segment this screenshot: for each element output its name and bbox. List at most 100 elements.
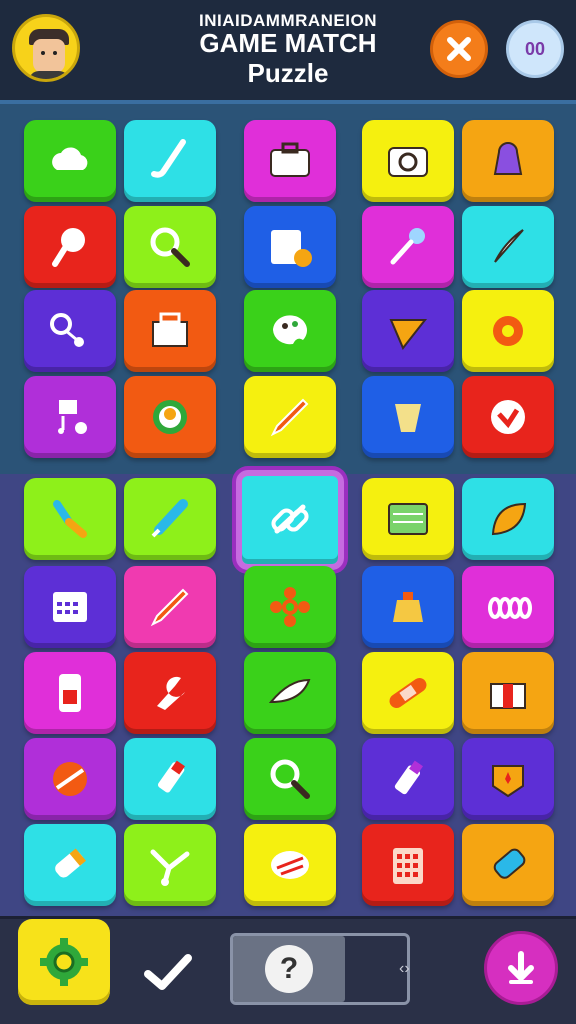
player-avatar[interactable] [12, 14, 80, 82]
hockey-stick-icon [151, 139, 186, 178]
tile-palette[interactable] [244, 290, 336, 372]
brush-icon [53, 500, 87, 538]
tile-calculator[interactable] [362, 824, 454, 906]
tile-basket[interactable] [124, 290, 216, 372]
pause-label: 00 [524, 38, 546, 59]
music-note-icon [58, 400, 87, 434]
branch-icon [150, 849, 190, 886]
tile-cone[interactable] [362, 290, 454, 372]
title-main-text: GAME MATCH [199, 28, 377, 58]
bag-icon [393, 592, 423, 622]
board-icon [388, 503, 428, 535]
tile-chain-link[interactable] [236, 470, 344, 570]
magnifier-icon [270, 759, 310, 799]
phone-icon [59, 674, 81, 712]
tile-phone[interactable] [24, 652, 116, 734]
close-icon [447, 37, 471, 61]
close-button[interactable] [430, 20, 488, 78]
calculator-icon [393, 848, 423, 884]
tile-lipstick[interactable] [362, 738, 454, 820]
hint-button[interactable]: ? [233, 936, 345, 1002]
tile-flower[interactable] [244, 566, 336, 648]
tile-bag[interactable] [362, 566, 454, 648]
tile-pencil[interactable] [244, 376, 336, 458]
cone-icon [389, 319, 428, 350]
tile-fish[interactable] [244, 652, 336, 734]
flower-icon [270, 587, 310, 627]
tile-marker[interactable] [124, 478, 216, 560]
ice-cream-icon [52, 228, 85, 267]
tile-cloud[interactable] [24, 120, 116, 202]
fish-icon [268, 678, 311, 704]
tile-box[interactable] [462, 652, 554, 734]
tile-cup[interactable] [362, 376, 454, 458]
tile-leaf[interactable] [462, 478, 554, 560]
wrench-icon [157, 676, 185, 710]
badge-icon [492, 765, 524, 798]
pencil-icon [270, 398, 309, 437]
tile-hockey-stick[interactable] [124, 120, 216, 202]
tile-bell[interactable] [462, 120, 554, 202]
tile-calendar[interactable] [24, 566, 116, 648]
drop-button[interactable] [484, 931, 558, 1005]
leaf-icon [491, 502, 527, 536]
tile-ball[interactable] [24, 738, 116, 820]
ball-icon [53, 762, 87, 796]
title-sub-text: Puzzle [247, 58, 329, 88]
tile-tube[interactable] [124, 738, 216, 820]
gear-icon [493, 316, 523, 346]
pencil-icon [150, 588, 189, 627]
tile-branch[interactable] [124, 824, 216, 906]
tile-board[interactable] [362, 478, 454, 560]
lipstick-icon [394, 760, 423, 795]
heart-icon [491, 400, 525, 434]
tile-scissors[interactable] [24, 290, 116, 372]
tile-pie[interactable] [244, 824, 336, 906]
tile-roll[interactable] [24, 824, 116, 906]
basket-icon [152, 312, 188, 347]
settings-button[interactable] [18, 919, 110, 1005]
tile-wrench[interactable] [124, 652, 216, 734]
cloud-icon [52, 147, 88, 170]
tile-briefcase[interactable] [244, 120, 336, 202]
tile-salad-bowl[interactable] [124, 376, 216, 458]
tile-calendar-clock[interactable] [244, 206, 336, 288]
pause-button[interactable]: 00 [506, 20, 564, 78]
confirm-button[interactable] [140, 947, 196, 997]
tile-pin[interactable] [362, 206, 454, 288]
tube-icon [157, 760, 185, 793]
palette-icon [273, 315, 307, 345]
tile-brush[interactable] [24, 478, 116, 560]
tile-badge[interactable] [462, 738, 554, 820]
cup-icon [395, 404, 421, 432]
tile-spring[interactable] [462, 566, 554, 648]
tile-feather[interactable] [462, 206, 554, 288]
tile-magnifier[interactable] [244, 738, 336, 820]
calendar-icon [53, 592, 87, 622]
arrow-down-icon [508, 951, 534, 984]
tile-heart[interactable] [462, 376, 554, 458]
scissors-icon [50, 313, 84, 347]
hint-slider[interactable]: ? ‹› [230, 933, 410, 1005]
tile-bottle[interactable] [462, 824, 554, 906]
briefcase-icon [270, 142, 310, 177]
tile-pencil[interactable] [124, 566, 216, 648]
roll-icon [55, 848, 86, 878]
bandage-icon [389, 677, 427, 709]
marker-icon [151, 499, 188, 538]
bell-icon [493, 142, 523, 175]
question-icon: ? [265, 945, 313, 993]
gear-icon [40, 938, 88, 986]
tile-camera[interactable] [362, 120, 454, 202]
check-icon [144, 954, 192, 990]
tile-gear[interactable] [462, 290, 554, 372]
camera-icon [388, 147, 428, 177]
tile-music-note[interactable] [24, 376, 116, 458]
tile-bandage[interactable] [362, 652, 454, 734]
tile-ice-cream[interactable] [24, 206, 116, 288]
pie-icon [271, 851, 309, 879]
tile-magnifier[interactable] [124, 206, 216, 288]
bottle-icon [493, 848, 526, 879]
box-icon [490, 683, 526, 709]
spring-icon [488, 597, 532, 619]
